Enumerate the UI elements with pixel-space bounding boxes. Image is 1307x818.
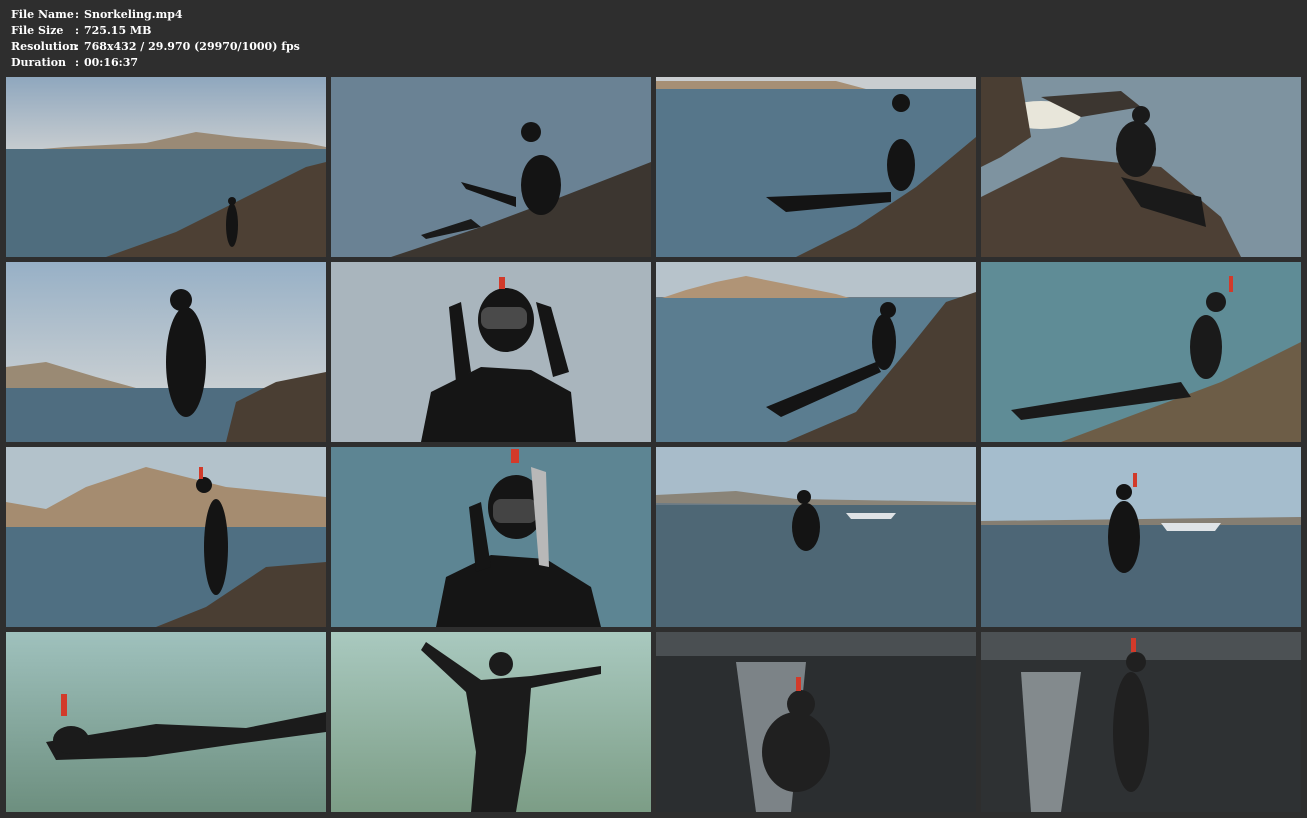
duration-row: Duration : 00:16:37 bbox=[11, 55, 300, 71]
thumbnail-8[interactable] bbox=[981, 262, 1301, 442]
thumbnail-image bbox=[981, 262, 1301, 442]
thumbnail-1[interactable] bbox=[6, 77, 326, 257]
separator: : bbox=[75, 8, 80, 21]
thumbnail-image bbox=[656, 262, 976, 442]
thumbnail-image bbox=[331, 632, 651, 812]
thumbnail-image bbox=[656, 447, 976, 627]
thumbnail-image bbox=[981, 447, 1301, 627]
thumbnail-5[interactable] bbox=[6, 262, 326, 442]
thumbnail-9[interactable] bbox=[6, 447, 326, 627]
thumbnail-image bbox=[6, 77, 326, 257]
thumbnail-image bbox=[656, 632, 976, 812]
thumbnail-10[interactable] bbox=[331, 447, 651, 627]
file-name-value: Snorkeling.mp4 bbox=[84, 8, 183, 21]
file-name-label: File Name bbox=[11, 8, 74, 21]
thumbnail-image bbox=[6, 262, 326, 442]
thumbnail-image bbox=[981, 632, 1301, 812]
duration-label: Duration bbox=[11, 56, 67, 69]
duration-value: 00:16:37 bbox=[84, 56, 139, 69]
separator: : bbox=[75, 40, 80, 53]
thumbnail-grid bbox=[6, 77, 1301, 812]
thumbnail-12[interactable] bbox=[981, 447, 1301, 627]
thumbnail-image bbox=[6, 632, 326, 812]
thumbnail-3[interactable] bbox=[656, 77, 976, 257]
file-size-label: File Size bbox=[11, 24, 64, 37]
thumbnail-image bbox=[331, 447, 651, 627]
thumbnail-image bbox=[331, 262, 651, 442]
thumbnail-16[interactable] bbox=[981, 632, 1301, 812]
resolution-label: Resolution bbox=[11, 40, 78, 53]
file-size-row: File Size : 725.15 MB bbox=[11, 23, 300, 39]
thumbnail-image bbox=[6, 447, 326, 627]
thumbnail-7[interactable] bbox=[656, 262, 976, 442]
separator: : bbox=[75, 24, 80, 37]
resolution-value: 768x432 / 29.970 (29970/1000) fps bbox=[84, 40, 300, 53]
separator: : bbox=[75, 56, 80, 69]
thumbnail-13[interactable] bbox=[6, 632, 326, 812]
thumbnail-14[interactable] bbox=[331, 632, 651, 812]
thumbnail-11[interactable] bbox=[656, 447, 976, 627]
resolution-row: Resolution : 768x432 / 29.970 (29970/100… bbox=[11, 39, 300, 55]
thumbnail-6[interactable] bbox=[331, 262, 651, 442]
file-name-row: File Name : Snorkeling.mp4 bbox=[11, 7, 300, 23]
thumbnail-4[interactable] bbox=[981, 77, 1301, 257]
thumbnail-image bbox=[656, 77, 976, 257]
thumbnail-image bbox=[981, 77, 1301, 257]
file-size-value: 725.15 MB bbox=[84, 24, 152, 37]
thumbnail-15[interactable] bbox=[656, 632, 976, 812]
thumbnail-image bbox=[331, 77, 651, 257]
thumbnail-2[interactable] bbox=[331, 77, 651, 257]
file-info-panel: File Name : Snorkeling.mp4 File Size : 7… bbox=[11, 7, 300, 71]
